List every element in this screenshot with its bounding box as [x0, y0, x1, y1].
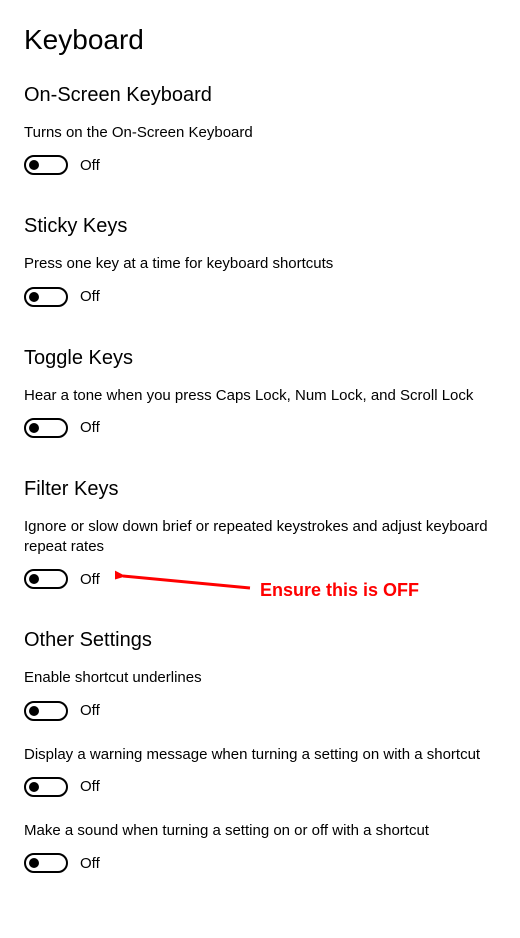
section-heading: Filter Keys: [24, 478, 496, 501]
toggle-knob: [29, 292, 39, 302]
on-screen-keyboard-toggle[interactable]: [24, 155, 68, 175]
page-title: Keyboard: [24, 24, 496, 56]
toggle-row: Off: [24, 853, 496, 873]
sound-toggle[interactable]: [24, 853, 68, 873]
section-on-screen-keyboard: On-Screen Keyboard Turns on the On-Scree…: [24, 84, 496, 175]
section-other-settings: Other Settings Enable shortcut underline…: [24, 629, 496, 873]
sticky-keys-toggle[interactable]: [24, 287, 68, 307]
toggle-knob: [29, 423, 39, 433]
section-heading: Toggle Keys: [24, 347, 496, 370]
section-sticky-keys: Sticky Keys Press one key at a time for …: [24, 215, 496, 306]
toggle-state-label: Off: [80, 419, 100, 436]
toggle-row: Off: [24, 777, 496, 797]
toggle-keys-toggle[interactable]: [24, 418, 68, 438]
toggle-state-label: Off: [80, 288, 100, 305]
warning-message-toggle[interactable]: [24, 777, 68, 797]
toggle-knob: [29, 706, 39, 716]
section-heading: Sticky Keys: [24, 215, 496, 238]
toggle-state-label: Off: [80, 157, 100, 174]
section-filter-keys: Filter Keys Ignore or slow down brief or…: [24, 478, 496, 590]
section-toggle-keys: Toggle Keys Hear a tone when you press C…: [24, 347, 496, 438]
toggle-knob: [29, 858, 39, 868]
toggle-row: Off: [24, 155, 496, 175]
toggle-state-label: Off: [80, 702, 100, 719]
toggle-row: Off: [24, 287, 496, 307]
setting-description: Make a sound when turning a setting on o…: [24, 821, 496, 841]
toggle-knob: [29, 574, 39, 584]
toggle-state-label: Off: [80, 571, 100, 588]
filter-keys-toggle[interactable]: [24, 569, 68, 589]
setting-description: Press one key at a time for keyboard sho…: [24, 254, 496, 274]
toggle-row: Off: [24, 701, 496, 721]
section-heading: On-Screen Keyboard: [24, 84, 496, 107]
toggle-row: Off: [24, 569, 496, 589]
setting-description: Enable shortcut underlines: [24, 668, 496, 688]
toggle-row: Off: [24, 418, 496, 438]
toggle-knob: [29, 782, 39, 792]
toggle-state-label: Off: [80, 855, 100, 872]
setting-description: Hear a tone when you press Caps Lock, Nu…: [24, 386, 496, 406]
setting-description: Turns on the On-Screen Keyboard: [24, 123, 496, 143]
toggle-state-label: Off: [80, 778, 100, 795]
toggle-knob: [29, 160, 39, 170]
section-heading: Other Settings: [24, 629, 496, 652]
setting-description: Display a warning message when turning a…: [24, 745, 496, 765]
shortcut-underlines-toggle[interactable]: [24, 701, 68, 721]
setting-description: Ignore or slow down brief or repeated ke…: [24, 517, 496, 558]
